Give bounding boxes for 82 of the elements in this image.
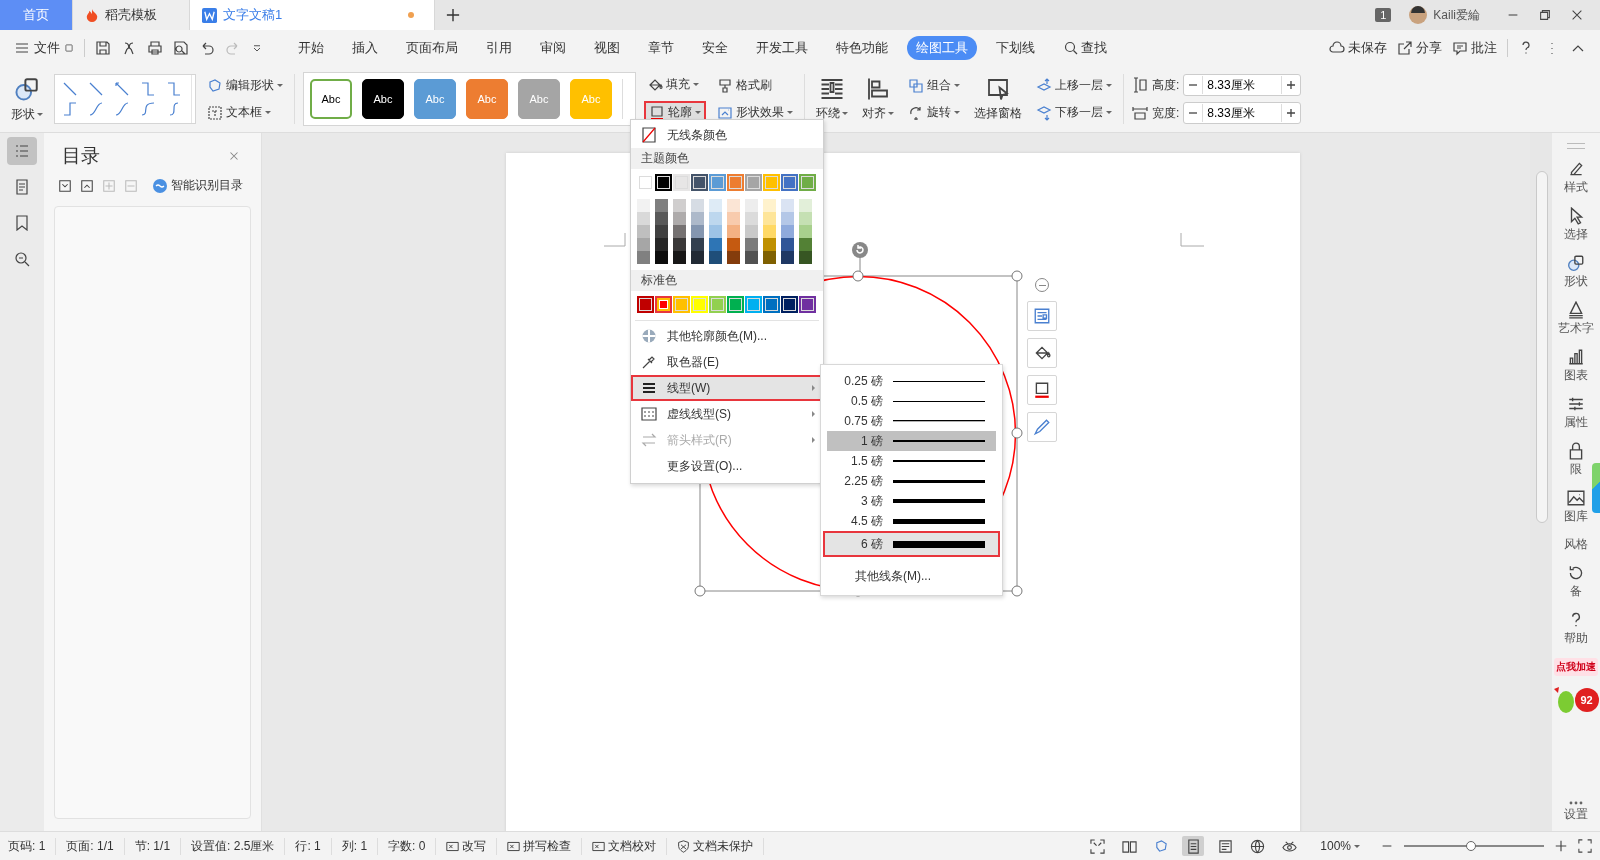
menu-item[interactable]: 无线条颜色 <box>631 122 823 148</box>
status-field: 设置值: 2.5厘米 <box>191 837 286 855</box>
sidebar-item[interactable]: 图库 <box>1564 489 1588 525</box>
ribbon-tab[interactable]: 视图 <box>585 36 629 60</box>
group-button[interactable]: 组合 <box>905 75 963 96</box>
sidebar-item[interactable]: 选择 <box>1564 207 1588 243</box>
promo-badge[interactable]: 点我加速 <box>1554 658 1598 676</box>
selection-pane-button[interactable]: 选择窗格 <box>971 74 1025 124</box>
ribbon-tab[interactable]: 开始 <box>289 36 333 60</box>
align-button[interactable]: 对齐 <box>859 74 897 124</box>
section-header: 标准色 <box>631 270 823 291</box>
ribbon-tab[interactable]: 章节 <box>639 36 683 60</box>
status-field: 页面: 1/1 <box>66 837 125 855</box>
ribbon-tab[interactable]: 页面布局 <box>397 36 467 60</box>
rotate-button[interactable]: 旋转 <box>905 102 963 123</box>
count-badge[interactable]: 92 <box>1574 688 1599 712</box>
menu-item[interactable]: 0.75 磅 <box>827 411 996 431</box>
sidebar-item[interactable]: 形状 <box>1564 254 1588 290</box>
size-field[interactable]: 8.33厘米 <box>1183 102 1302 124</box>
status-field: 字数: 0 <box>388 837 437 855</box>
status-toggle[interactable]: 拼写检查 <box>507 837 583 855</box>
sidebar-item[interactable]: 艺术字 <box>1558 301 1594 337</box>
style-preset[interactable]: Abc <box>310 79 352 119</box>
menu-item[interactable]: 取色器(E) <box>631 349 823 375</box>
sidebar-item[interactable]: 风格 <box>1564 536 1588 553</box>
section-header: 主题颜色 <box>631 148 823 169</box>
sidebar-item[interactable]: 图表 <box>1564 348 1588 384</box>
toolbar-button[interactable]: 批注 <box>1452 39 1497 57</box>
toolbar-button[interactable]: 未保存 <box>1329 39 1387 57</box>
zoom-dropdown[interactable]: 100% <box>1320 839 1360 853</box>
menu-item[interactable]: 0.25 磅 <box>827 371 996 391</box>
status-toggle[interactable]: 文档校对 <box>592 837 668 855</box>
menu-item[interactable]: 2.25 磅 <box>827 471 996 491</box>
ribbon-tab[interactable]: 开发工具 <box>747 36 817 60</box>
ribbon-tab[interactable]: 安全 <box>693 36 737 60</box>
sidebar-item[interactable]: 样式 <box>1564 160 1588 196</box>
ribbon-tab[interactable]: 下划线 <box>987 36 1044 60</box>
menu-item[interactable]: 1.5 磅 <box>827 451 996 471</box>
ribbon-tab[interactable]: 审阅 <box>531 36 575 60</box>
menu-item[interactable]: 更多设置(O)... <box>631 453 823 479</box>
sidebar-item[interactable]: 备 <box>1567 564 1585 600</box>
menu-item[interactable]: 其他线条(M)... <box>821 561 1002 591</box>
status-toggle[interactable]: 文档未保护 <box>677 837 765 855</box>
menu-item[interactable]: 0.5 磅 <box>827 391 996 411</box>
ribbon-tab[interactable]: 插入 <box>343 36 387 60</box>
ribbon-tab[interactable]: 引用 <box>477 36 521 60</box>
status-toggle[interactable]: 改写 <box>446 837 498 855</box>
shape-button[interactable]: 形状 <box>8 73 46 125</box>
status-field: 行: 1 <box>295 837 332 855</box>
search-button[interactable]: 查找 <box>1054 36 1116 60</box>
send-backward-button[interactable]: 下移一层 <box>1033 102 1115 123</box>
format-painter-button[interactable]: 格式刷 <box>714 75 796 96</box>
menu-item[interactable]: 3 磅 <box>827 491 996 511</box>
sidebar-item[interactable]: 限 <box>1567 442 1585 478</box>
menu-item[interactable]: 4.5 磅 <box>827 511 996 531</box>
menu-item[interactable]: 6 磅 <box>823 531 1000 557</box>
document-tab[interactable]: 文字文稿1 <box>190 0 435 30</box>
document-tab[interactable]: 稻壳模板 <box>73 0 190 30</box>
sidebar-item[interactable]: 设置 <box>1564 801 1588 823</box>
field-label: 高度: <box>1152 76 1180 94</box>
size-field[interactable]: 8.33厘米 <box>1183 74 1302 96</box>
sidebar-item[interactable]: 帮助 <box>1564 611 1588 647</box>
panel-title: 目录 <box>62 144 100 168</box>
menu-item[interactable]: 其他轮廓颜色(M)... <box>631 323 823 349</box>
field-label: 宽度: <box>1152 104 1180 122</box>
fill-button[interactable]: 填充 <box>644 74 706 95</box>
user-name[interactable]: Kaili爱綸 <box>1433 6 1480 24</box>
status-field: 页码: 1 <box>8 837 57 855</box>
edit-shape-button[interactable]: 编辑形状 <box>204 75 286 96</box>
bring-forward-button[interactable]: 上移一层 <box>1033 75 1115 96</box>
status-field: 列: 1 <box>341 837 379 855</box>
window-count-badge[interactable]: 1 <box>1375 8 1392 22</box>
style-preset[interactable]: Abc <box>362 79 404 119</box>
ribbon-tab[interactable]: 特色功能 <box>827 36 897 60</box>
file-menu[interactable]: 文件 <box>14 39 74 57</box>
toolbar-button[interactable]: 分享 <box>1397 39 1442 57</box>
text-box-button[interactable]: 文本框 <box>204 102 286 123</box>
menu-item[interactable]: 1 磅 <box>827 431 996 451</box>
menu-item[interactable]: 线型(W) <box>631 375 823 401</box>
status-field: 节: 1/1 <box>134 837 182 855</box>
sidebar-item[interactable]: 属性 <box>1564 395 1588 431</box>
smart-toc-button[interactable]: 智能识别目录 <box>152 177 243 194</box>
